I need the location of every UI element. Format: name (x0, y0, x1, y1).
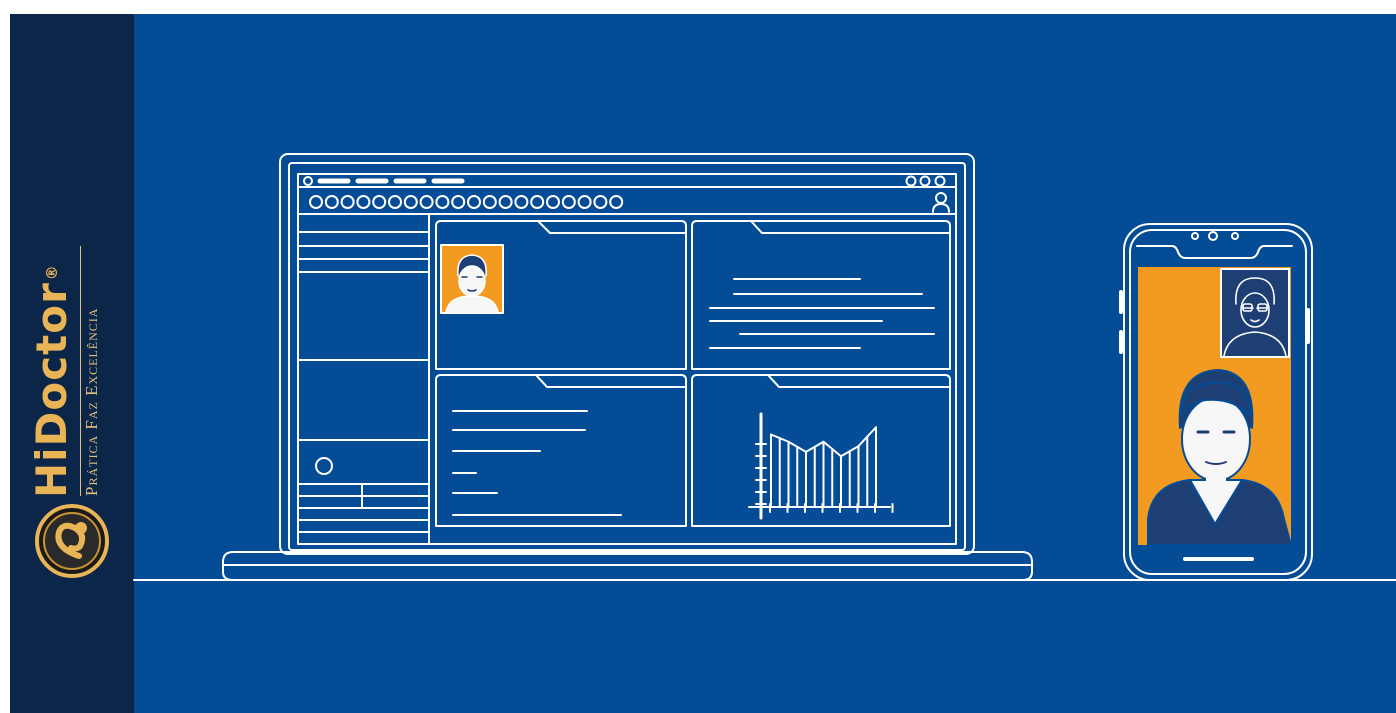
chart-panel (691, 374, 951, 527)
smartphone-illustration (1119, 223, 1313, 581)
user-icon (932, 192, 950, 213)
address-dot (498, 195, 513, 209)
address-dot (577, 195, 592, 209)
phone-camera-icon (1191, 232, 1199, 240)
phone-notch (1136, 245, 1293, 259)
close-icon (934, 175, 946, 187)
laptop-illustration (222, 153, 1033, 581)
notes-panel (691, 220, 951, 370)
address-dot (403, 195, 418, 209)
window-dot-icon (303, 176, 313, 186)
address-dot (609, 195, 624, 209)
address-dot (530, 195, 545, 209)
address-dot (372, 195, 387, 209)
address-dot (467, 195, 481, 209)
address-dot (593, 195, 608, 209)
address-dot (324, 195, 339, 209)
record-button-icon (315, 457, 333, 475)
address-dot (435, 195, 450, 209)
prescription-panel (435, 374, 687, 527)
maximize-icon (919, 175, 931, 187)
patient-photo-panel (435, 220, 687, 370)
address-dot (482, 195, 497, 209)
address-dot (388, 195, 402, 209)
telemedicine-illustration (133, 153, 1396, 581)
address-dot (561, 195, 576, 209)
address-dot (546, 195, 560, 209)
address-dot (309, 195, 323, 209)
address-dot (356, 195, 371, 209)
app-sidebar (297, 231, 430, 533)
minimize-icon (905, 175, 917, 187)
chart-bars (770, 426, 877, 508)
address-bar (309, 195, 624, 209)
banner: HiDoctor® Prática Faz Excelência (10, 14, 1396, 713)
address-dot (419, 195, 434, 209)
address-dot (340, 195, 355, 209)
address-dot (451, 195, 466, 209)
address-dot (514, 195, 529, 209)
